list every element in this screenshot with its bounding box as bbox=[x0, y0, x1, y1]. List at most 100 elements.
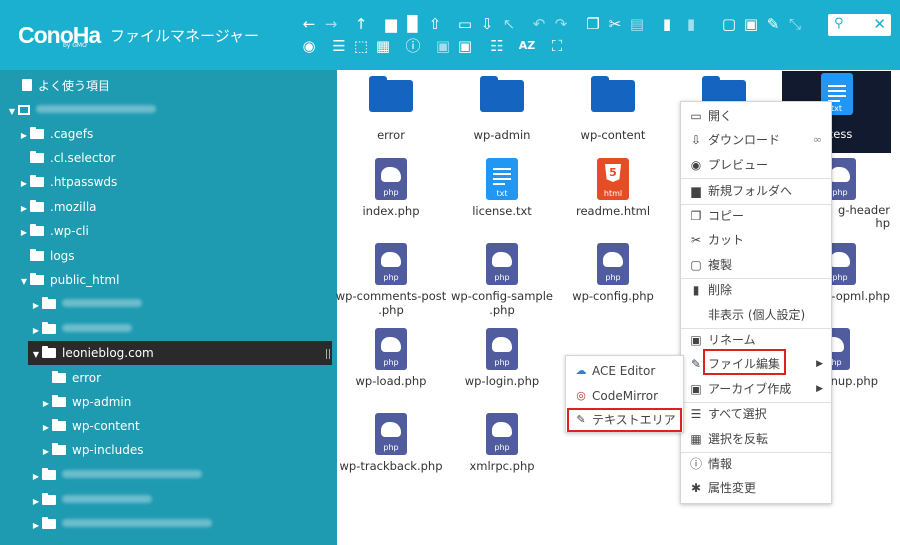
menu-item-open[interactable]: ▭ 開く bbox=[681, 104, 831, 128]
tree-item-cagefs[interactable]: ▶ .cagefs bbox=[18, 122, 93, 146]
tree-item-mozilla[interactable]: ▶ .mozilla bbox=[18, 195, 97, 219]
resize-icon[interactable]: ⤡ bbox=[786, 16, 804, 32]
preview-icon[interactable]: ◉ bbox=[300, 38, 318, 54]
file-item[interactable]: php wp-load.php bbox=[335, 328, 447, 388]
tree-item-blurred[interactable]: ▶ bbox=[30, 463, 202, 487]
blurred-label bbox=[62, 299, 142, 307]
menu-item-cut[interactable]: ✂ カット bbox=[681, 228, 831, 252]
new-folder-icon[interactable]: ▆ bbox=[382, 16, 400, 32]
delete-icon[interactable]: ▮ bbox=[658, 16, 676, 32]
menu-item-hide[interactable]: 非表示 (個人設定) bbox=[681, 303, 831, 327]
cursor-icon[interactable]: ↖ bbox=[500, 16, 518, 32]
file-item[interactable]: wp-admin bbox=[446, 76, 558, 142]
menu-item-delete[interactable]: ▮ 削除 bbox=[681, 278, 831, 302]
menu-item-new-folder[interactable]: ▆ 新規フォルダへ bbox=[681, 179, 831, 203]
tree-item-blurred[interactable]: ▶ bbox=[30, 488, 152, 512]
extract-icon[interactable]: ▣ bbox=[456, 38, 474, 54]
redo-icon[interactable]: ↷ bbox=[552, 16, 570, 32]
select-all-icon[interactable]: ☰ bbox=[330, 38, 348, 54]
rename-icon[interactable]: ▣ bbox=[742, 16, 760, 32]
tree-item-root[interactable]: ▼ bbox=[6, 98, 156, 122]
menu-item-info[interactable]: ⓘ 情報 bbox=[681, 452, 831, 476]
file-item[interactable]: wp-content bbox=[557, 76, 669, 142]
empty-icon[interactable]: ▮ bbox=[682, 16, 700, 32]
bookmark-icon bbox=[22, 79, 32, 91]
caret-down-icon: ▼ bbox=[8, 107, 16, 116]
php-file-icon: php bbox=[486, 413, 518, 455]
back-icon[interactable]: ← bbox=[300, 16, 318, 32]
duplicate-icon[interactable]: ▢ bbox=[720, 16, 738, 32]
forward-icon[interactable]: → bbox=[322, 16, 340, 32]
file-item[interactable]: php wp-config-sample .php bbox=[446, 243, 558, 317]
tree-item-wp-admin[interactable]: ▶ wp-admin bbox=[40, 390, 131, 414]
folder-open-icon bbox=[30, 273, 44, 285]
folder-icon bbox=[42, 468, 56, 480]
tree-item-wp-includes[interactable]: ▶ wp-includes bbox=[40, 438, 144, 462]
tree-item-blurred[interactable]: ▶ bbox=[30, 512, 212, 536]
archive-icon: ▣ bbox=[690, 382, 702, 396]
folder-icon bbox=[42, 322, 56, 334]
file-item[interactable]: error bbox=[335, 76, 447, 142]
tree-item-htpasswds[interactable]: ▶ .htpasswds bbox=[18, 170, 117, 194]
file-item[interactable]: php wp-login.php bbox=[446, 328, 558, 388]
file-item[interactable]: php xmlrpc.php bbox=[446, 413, 558, 473]
search-input[interactable]: ⚲ ✕ bbox=[828, 14, 891, 36]
download-icon[interactable]: ⇩ bbox=[478, 16, 496, 32]
rename-icon: ▣ bbox=[690, 333, 702, 347]
sort-icon[interactable]: AZ bbox=[518, 38, 536, 54]
tree-item-leonieblog[interactable]: ▼ leonieblog.com bbox=[30, 341, 154, 365]
menu-item-download[interactable]: ⇩ ダウンロード ∞ bbox=[681, 128, 831, 152]
highlight-box bbox=[567, 408, 682, 432]
menu-item-codemirror[interactable]: ◎ CodeMirror bbox=[566, 384, 683, 408]
invert-select-icon[interactable]: ▦ bbox=[374, 38, 392, 54]
cut-icon[interactable]: ✂ bbox=[606, 16, 624, 32]
tree-item-wp-cli[interactable]: ▶ .wp-cli bbox=[18, 219, 89, 243]
tree-item-wp-content[interactable]: ▶ wp-content bbox=[40, 414, 140, 438]
archive-icon[interactable]: ▣ bbox=[434, 38, 452, 54]
menu-item-copy[interactable]: ❐ コピー bbox=[681, 204, 831, 228]
folder-icon bbox=[42, 517, 56, 529]
app-title: ファイルマネージャー bbox=[110, 27, 259, 45]
fullscreen-icon[interactable]: ⛶ bbox=[548, 38, 566, 54]
copy-icon[interactable]: ❐ bbox=[584, 16, 602, 32]
tree-item-public-html[interactable]: ▼ public_html bbox=[18, 268, 119, 292]
open-folder-icon[interactable]: ▭ bbox=[456, 16, 474, 32]
tree-item-blurred[interactable]: ▶ bbox=[30, 317, 132, 341]
file-item[interactable]: php wp-comments-post .php bbox=[335, 243, 447, 317]
tree-item-blurred[interactable]: ▶ bbox=[30, 292, 142, 316]
close-icon[interactable]: ✕ bbox=[873, 15, 886, 33]
tree-item-favorites[interactable]: よく使う項目 bbox=[22, 74, 110, 98]
new-file-icon[interactable]: ▉ bbox=[404, 16, 422, 32]
file-item[interactable]: txt license.txt bbox=[446, 158, 558, 218]
tree-item-cl-selector[interactable]: .cl.selector bbox=[30, 146, 116, 170]
menu-item-chmod[interactable]: ✱ 属性変更 bbox=[681, 476, 831, 500]
caret-down-icon: ▼ bbox=[32, 350, 40, 359]
upload-icon[interactable]: ⇧ bbox=[426, 16, 444, 32]
info-icon[interactable]: ⓘ bbox=[404, 38, 422, 54]
highlight-box bbox=[703, 349, 786, 375]
folder-icon bbox=[30, 200, 44, 212]
menu-item-ace-editor[interactable]: ☁ ACE Editor bbox=[566, 359, 683, 383]
menu-item-duplicate[interactable]: ▢ 複製 bbox=[681, 253, 831, 277]
menu-item-select-all[interactable]: ☰ すべて選択 bbox=[681, 402, 831, 426]
resize-grip[interactable] bbox=[326, 349, 330, 359]
file-item[interactable]: php wp-trackback.php bbox=[335, 413, 447, 473]
menu-item-invert[interactable]: ▦ 選択を反転 bbox=[681, 427, 831, 451]
select-none-icon[interactable]: ⬚ bbox=[352, 38, 370, 54]
tree-item-logs[interactable]: logs bbox=[30, 244, 75, 268]
paste-icon[interactable]: ▤ bbox=[628, 16, 646, 32]
folder-icon bbox=[52, 395, 66, 407]
file-item[interactable]: 5 html readme.html bbox=[557, 158, 669, 218]
caret-right-icon: ▶ bbox=[32, 497, 40, 506]
undo-icon[interactable]: ↶ bbox=[530, 16, 548, 32]
caret-right-icon: ▶ bbox=[32, 521, 40, 530]
tree-item-error[interactable]: error bbox=[52, 366, 101, 390]
up-icon[interactable]: ↑ bbox=[352, 16, 370, 32]
php-file-icon: php bbox=[375, 413, 407, 455]
file-item[interactable]: php index.php bbox=[335, 158, 447, 218]
file-item[interactable]: php wp-config.php bbox=[557, 243, 669, 303]
menu-item-archive[interactable]: ▣ アーカイブ作成 ▶ bbox=[681, 377, 831, 401]
view-icon[interactable]: ☷ bbox=[488, 38, 506, 54]
edit-icon[interactable]: ✎ bbox=[764, 16, 782, 32]
menu-item-preview[interactable]: ◉ プレビュー bbox=[681, 153, 831, 177]
